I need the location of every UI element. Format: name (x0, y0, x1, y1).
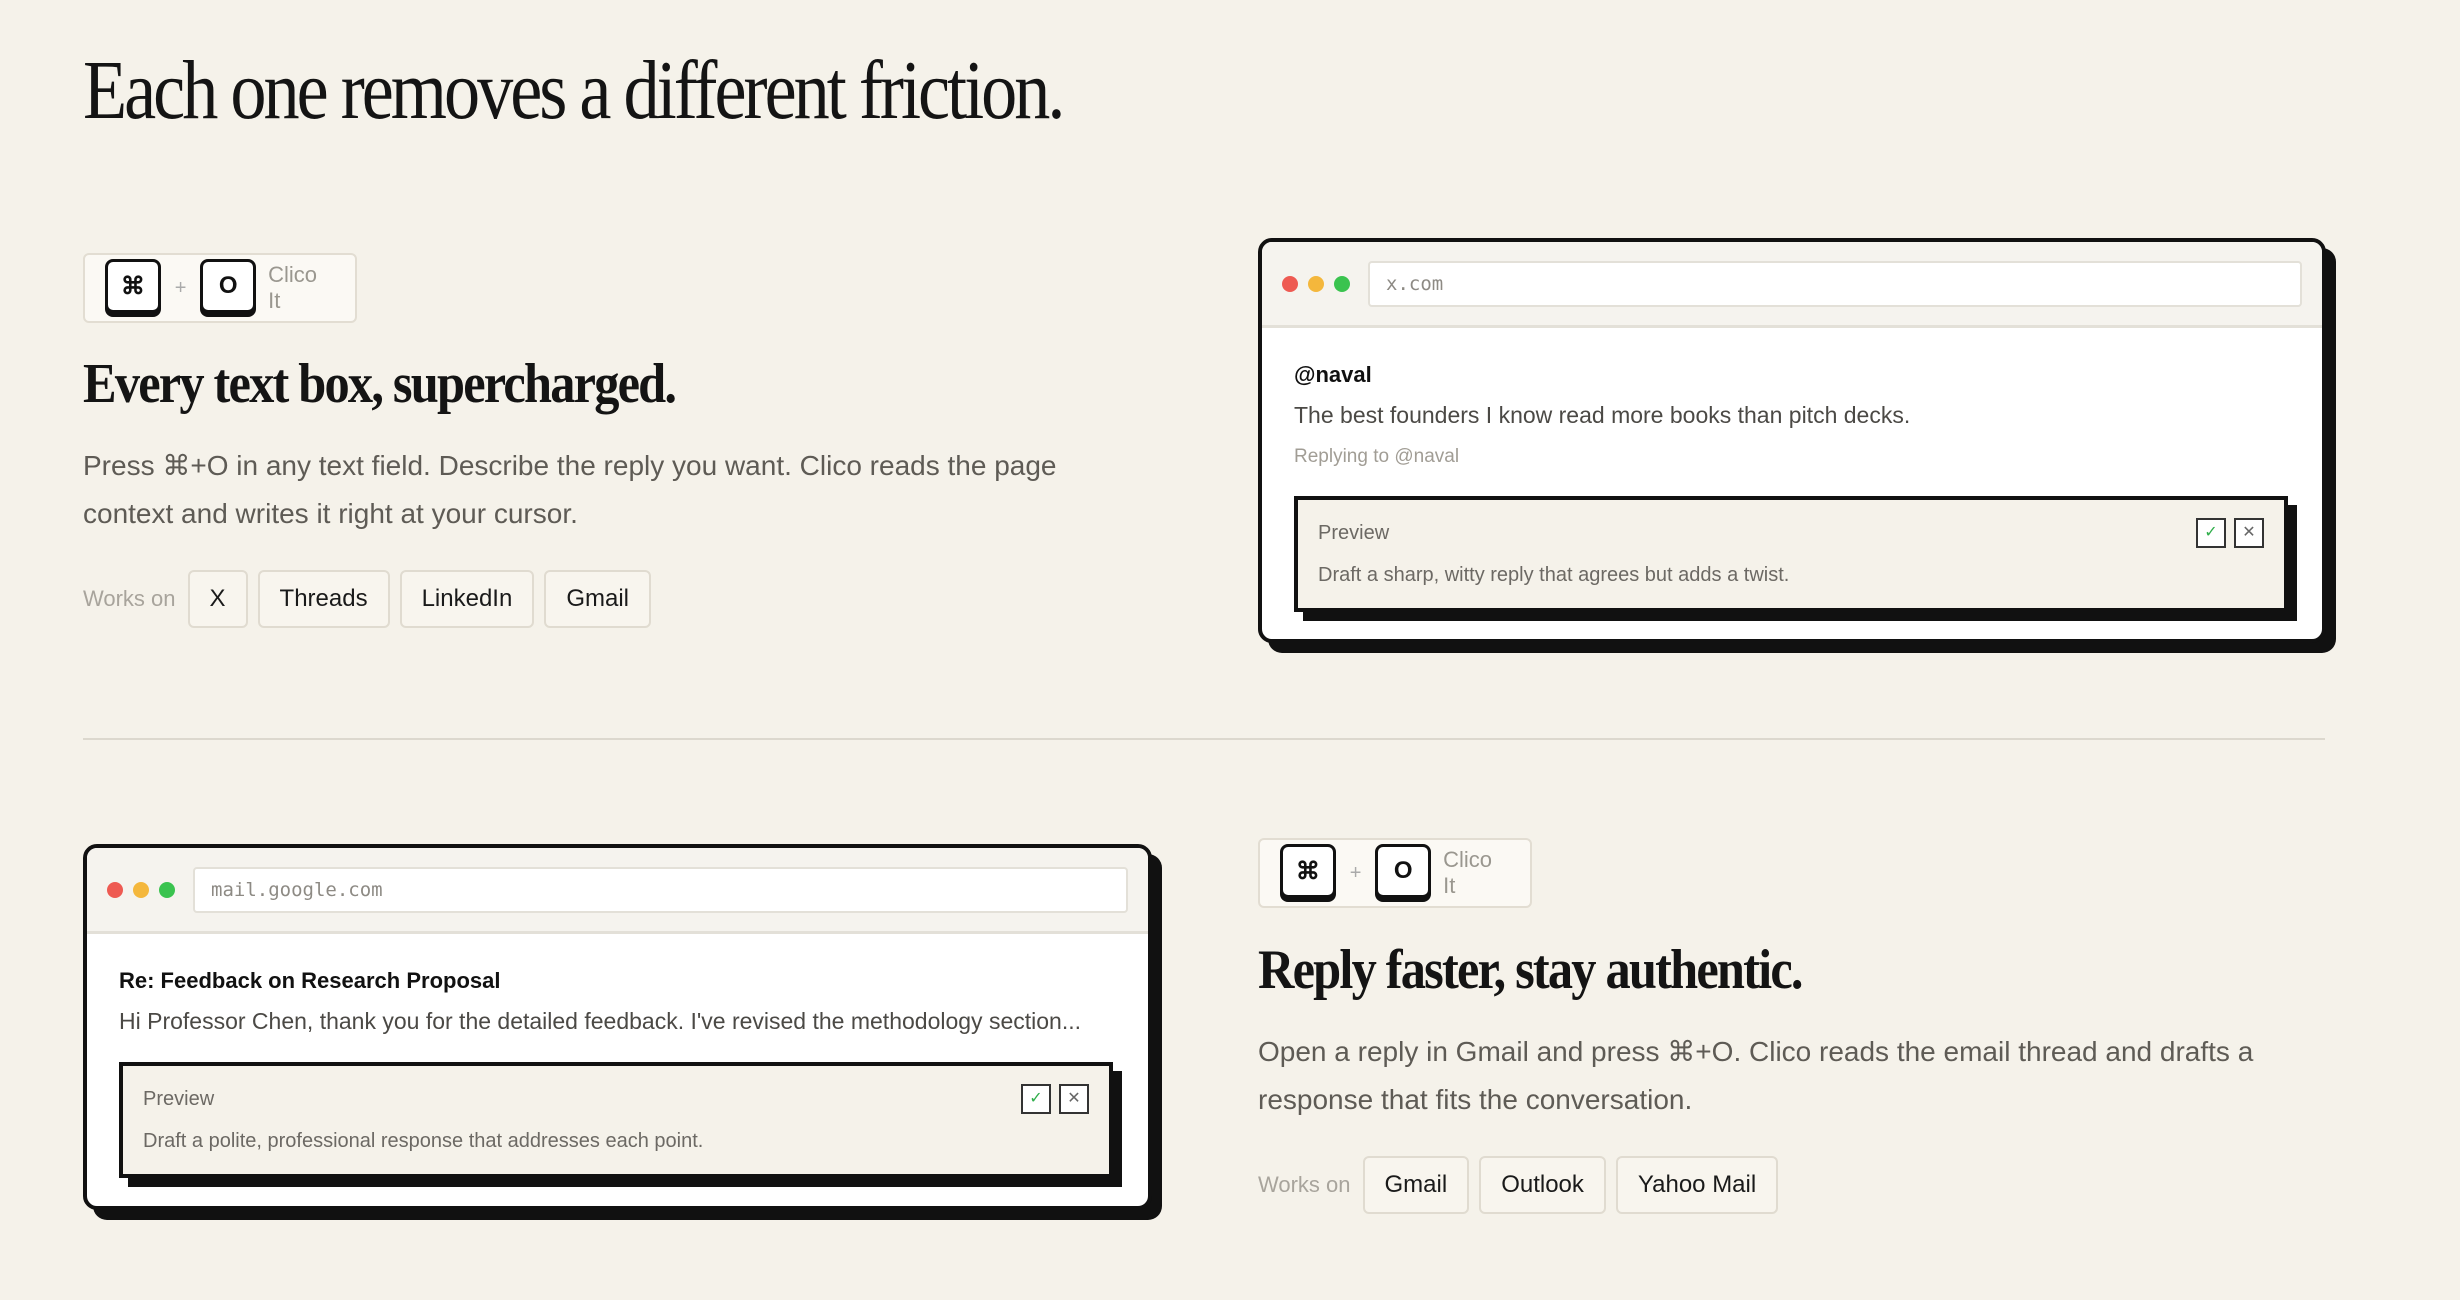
browser-toolbar: x.com (1262, 242, 2322, 328)
browser-toolbar: mail.google.com (87, 848, 1148, 934)
o-key: O (1375, 844, 1432, 898)
preview-text: Draft a sharp, witty reply that agrees b… (1318, 564, 1790, 586)
shortcut-badge[interactable]: ⌘ + O Clico It (83, 253, 357, 323)
platform-chip-gmail[interactable]: Gmail (544, 570, 651, 628)
works-on-label: Works on (1258, 1172, 1351, 1197)
page: Each one removes a different friction. ⌘… (0, 0, 2460, 1300)
preview-text: Draft a polite, professional response th… (143, 1130, 704, 1152)
url-bar[interactable]: mail.google.com (193, 866, 1128, 913)
feature-description: Press ⌘+O in any text field. Describe th… (83, 442, 1056, 538)
email-body: Hi Professor Chen, thank you for the det… (119, 1008, 1081, 1034)
o-key: O (200, 259, 257, 313)
description-line: context and writes it right at your curs… (83, 498, 578, 529)
browser-mockup-x: x.com @naval The best founders I know re… (1258, 238, 2326, 643)
works-on-row: Works on X Threads LinkedIn Gmail (83, 570, 661, 628)
preview-label: Preview (143, 1088, 215, 1110)
plus-sign: + (1349, 861, 1362, 884)
works-on-label: Works on (83, 586, 176, 611)
command-key-icon: ⌘ (105, 259, 161, 313)
reject-x-icon[interactable]: ✕ (2234, 518, 2264, 548)
platform-chip-yahoo-mail[interactable]: Yahoo Mail (1615, 1156, 1779, 1214)
tweet-handle[interactable]: @naval (1294, 362, 1372, 388)
page-title: Each one removes a different friction. (83, 44, 1065, 137)
minimize-dot-icon (133, 881, 149, 898)
maximize-dot-icon (1334, 275, 1350, 292)
description-line: Open a reply in Gmail and press ⌘+O. Cli… (1258, 1036, 2254, 1067)
preview-actions: ✓ ✕ (2188, 518, 2264, 548)
browser-mockup-gmail: mail.google.com Re: Feedback on Research… (83, 844, 1152, 1210)
reject-x-icon[interactable]: ✕ (1059, 1084, 1089, 1114)
minimize-dot-icon (1308, 275, 1324, 292)
preview-actions: ✓ ✕ (1013, 1084, 1089, 1114)
shortcut-label: Clico It (268, 262, 318, 313)
close-dot-icon (1282, 275, 1298, 292)
replying-to: Replying to @naval (1294, 446, 1460, 467)
maximize-dot-icon (159, 881, 175, 898)
preview-box[interactable]: Preview Draft a polite, professional res… (119, 1062, 1113, 1178)
feature-description: Open a reply in Gmail and press ⌘+O. Cli… (1258, 1028, 2253, 1124)
description-line: Press ⌘+O in any text field. Describe th… (83, 450, 1057, 481)
platform-chip-gmail[interactable]: Gmail (1362, 1156, 1470, 1214)
accept-check-icon[interactable]: ✓ (2196, 518, 2226, 548)
shortcut-badge[interactable]: ⌘ + O Clico It (1258, 838, 1532, 908)
shortcut-label: Clico It (1443, 847, 1493, 898)
feature-title: Every text box, supercharged. (83, 353, 677, 415)
platform-chip-threads[interactable]: Threads (257, 570, 390, 628)
preview-label: Preview (1318, 522, 1390, 544)
platform-chip-linkedin[interactable]: LinkedIn (399, 570, 535, 628)
description-line: response that fits the conversation. (1258, 1084, 1693, 1115)
tweet-text: The best founders I know read more books… (1294, 402, 1911, 428)
url-bar[interactable]: x.com (1368, 260, 2302, 307)
command-key-icon: ⌘ (1280, 844, 1336, 898)
platform-chip-outlook[interactable]: Outlook (1479, 1156, 1606, 1214)
works-on-row: Works on Gmail Outlook Yahoo Mail (1258, 1156, 1788, 1214)
section-divider (83, 738, 2325, 740)
preview-box[interactable]: Preview Draft a sharp, witty reply that … (1294, 496, 2288, 612)
platform-chip-x[interactable]: X (187, 570, 248, 628)
plus-sign: + (174, 276, 187, 299)
accept-check-icon[interactable]: ✓ (1021, 1084, 1051, 1114)
close-dot-icon (107, 881, 123, 898)
email-subject[interactable]: Re: Feedback on Research Proposal (119, 968, 500, 994)
feature-title: Reply faster, stay authentic. (1258, 939, 1803, 1001)
